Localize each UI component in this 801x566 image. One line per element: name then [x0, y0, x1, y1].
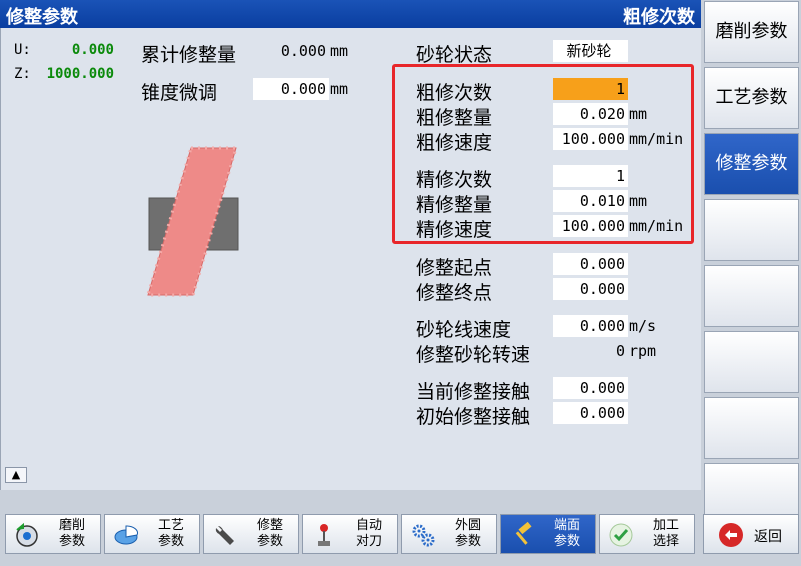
wheel-state-label: 砂轮状态 [416, 44, 493, 66]
wrench-icon [215, 526, 234, 545]
softkey-dressing-params[interactable]: 修整参数 [704, 133, 799, 195]
hammer-icon [515, 522, 532, 545]
rough-count-field[interactable]: 1 [553, 78, 628, 100]
fine-amount-label: 精修整量 [416, 194, 493, 216]
rough-count-label: 粗修次数 [416, 82, 493, 104]
rough-amount-field[interactable]: 0.020 [553, 103, 628, 125]
page-title: 修整参数 [6, 7, 78, 28]
check-icon [609, 523, 633, 547]
rough-speed-unit: mm/min [629, 130, 684, 148]
chevron-up-icon: ▲ [11, 468, 21, 481]
softkey-dressing[interactable]: 修整 参数 [203, 514, 299, 554]
softkey-grinding-line2: 参数 [58, 534, 85, 549]
wheel-state-value[interactable]: 新砂轮 [553, 40, 628, 62]
grinding-icon [16, 522, 38, 547]
fine-speed-label: 精修速度 [416, 219, 493, 241]
softkey-face-params[interactable]: 端面 参数 [500, 514, 596, 554]
dress-start-label: 修整起点 [416, 257, 493, 279]
cumulative-label: 累计修整量 [141, 44, 237, 66]
softkey-machining-select[interactable]: 加工 选择 [599, 514, 695, 554]
axis-z-value: 1000.000 [46, 66, 114, 82]
softkey-process-line2: 参数 [157, 534, 184, 549]
wheel-linear-speed-field[interactable]: 0.000 [553, 315, 628, 337]
pie-icon [114, 525, 138, 545]
softkey-process-params[interactable]: 工艺参数 [704, 67, 799, 129]
initial-contact-label: 初始修整接触 [416, 406, 531, 428]
initial-contact-field[interactable]: 0.000 [553, 402, 628, 424]
softkey-machining-line2: 选择 [652, 534, 679, 549]
taper-label: 锥度微调 [141, 82, 218, 104]
dress-end-field[interactable]: 0.000 [553, 278, 628, 300]
softkey-face-line2: 参数 [553, 534, 580, 549]
right-softkey-bar: 磨削参数 工艺参数 修整参数 [701, 0, 801, 566]
softkey-auto-tool-line1: 自动 [355, 518, 382, 533]
scroll-up-button[interactable]: ▲ [5, 467, 27, 483]
taper-field[interactable]: 0.000 [253, 78, 329, 100]
softkey-dressing-line2: 参数 [256, 534, 283, 549]
softkey-dressing-line1: 修整 [256, 518, 283, 533]
rough-speed-label: 粗修速度 [416, 132, 493, 154]
softkey-external-cylinder[interactable]: 外圆 参数 [401, 514, 497, 554]
softkey-face-line1: 端面 [553, 518, 580, 533]
axis-u-value: 0.000 [71, 42, 114, 58]
main-panel: U: 0.000 Z: 1000.000 累计修整量 0.000 mm 锥度微调… [0, 28, 701, 490]
dress-wheel-rpm-label: 修整砂轮转速 [416, 344, 531, 366]
gears-icon [412, 524, 435, 547]
wheel-linear-speed-label: 砂轮线速度 [416, 319, 512, 341]
probe-icon [318, 524, 330, 546]
cumulative-value: 0.000 [280, 42, 326, 60]
softkey-grinding[interactable]: 磨削 参数 [5, 514, 101, 554]
active-field-title: 粗修次数 [623, 7, 695, 28]
bottom-softkey-bar: 磨削 参数 工艺 参数 修整 参数 自动 对刀 外圆 参数 端面 参数 加工 选… [0, 490, 701, 566]
fine-count-label: 精修次数 [416, 169, 493, 191]
back-arrow-icon [719, 523, 743, 547]
softkey-empty-6[interactable] [704, 331, 799, 393]
cumulative-unit: mm [330, 42, 349, 60]
softkey-auto-tool-line2: 对刀 [355, 534, 382, 549]
softkey-process[interactable]: 工艺 参数 [104, 514, 200, 554]
dress-start-field[interactable]: 0.000 [553, 253, 628, 275]
softkey-empty-7[interactable] [704, 397, 799, 459]
back-label: 返回 [754, 529, 782, 545]
softkey-machining-line1: 加工 [652, 518, 679, 533]
fine-count-field[interactable]: 1 [553, 165, 628, 187]
dress-wheel-rpm-unit: rpm [629, 342, 657, 360]
softkey-grinding-params[interactable]: 磨削参数 [704, 1, 799, 63]
softkey-auto-tool-setting[interactable]: 自动 对刀 [302, 514, 398, 554]
softkey-external-line1: 外圆 [454, 518, 481, 533]
fine-amount-unit: mm [629, 192, 648, 210]
current-contact-field[interactable]: 0.000 [553, 377, 628, 399]
rough-speed-field[interactable]: 100.000 [553, 128, 628, 150]
rough-amount-label: 粗修整量 [416, 107, 493, 129]
dressing-wheel-illustration [145, 146, 239, 297]
dress-end-label: 修整终点 [416, 282, 493, 304]
dress-wheel-rpm-value: 0 [615, 342, 625, 360]
softkey-empty-4[interactable] [704, 199, 799, 261]
current-contact-label: 当前修整接触 [416, 381, 531, 403]
axis-u-label: U: [14, 42, 31, 58]
taper-unit: mm [330, 80, 349, 98]
softkey-empty-5[interactable] [704, 265, 799, 327]
softkey-grinding-line1: 磨削 [58, 518, 85, 533]
fine-speed-unit: mm/min [629, 217, 684, 235]
axis-z-label: Z: [14, 66, 31, 82]
softkey-process-line1: 工艺 [157, 518, 184, 533]
softkey-external-line2: 参数 [454, 534, 481, 549]
wheel-linear-speed-unit: m/s [629, 317, 657, 335]
rough-amount-unit: mm [629, 105, 648, 123]
fine-speed-field[interactable]: 100.000 [553, 215, 628, 237]
fine-amount-field[interactable]: 0.010 [553, 190, 628, 212]
back-button[interactable]: 返回 [703, 514, 799, 554]
title-bar: 修整参数 粗修次数 [0, 0, 701, 28]
